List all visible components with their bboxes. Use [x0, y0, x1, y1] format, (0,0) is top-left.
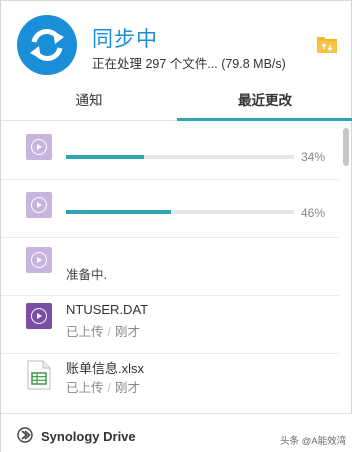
recent-changes-list: 34% 46% 准备中. NTUSER.DAT 已上传 / 刚才 账单信息.xl…	[1, 122, 339, 412]
sync-status-title: 同步中	[92, 27, 158, 51]
brand-name: Synology Drive	[41, 429, 136, 444]
upload-status: 已上传	[66, 325, 104, 339]
tab-recent-changes[interactable]: 最近更改	[177, 85, 352, 121]
list-scrollbar[interactable]	[342, 122, 350, 412]
item-status: 准备中.	[66, 268, 107, 282]
upload-time: 刚才	[115, 325, 141, 339]
sync-status-detail: 正在处理 297 个文件... (79.8 MB/s)	[92, 57, 286, 71]
upload-progress-fill	[66, 210, 171, 214]
list-item[interactable]: 账单信息.xlsx 已上传 / 刚才	[1, 354, 339, 412]
video-file-icon	[26, 134, 52, 160]
sync-status-header: 同步中 正在处理 297 个文件... (79.8 MB/s)	[1, 1, 352, 85]
xlsx-file-icon	[27, 360, 51, 390]
tab-bar: 通知 最近更改	[1, 85, 352, 121]
upload-time: 刚才	[115, 381, 141, 395]
footer: Synology Drive 头条 @A能效湾	[1, 413, 352, 452]
upload-progress-fill	[66, 155, 144, 159]
video-file-icon	[26, 192, 52, 218]
item-status: 已上传 / 刚才	[66, 377, 140, 396]
progress-percent: 34%	[301, 150, 326, 164]
watermark-text: 头条 @A能效湾	[280, 436, 347, 447]
item-status: 已上传 / 刚才	[66, 321, 140, 340]
upload-progress-bar	[66, 210, 294, 214]
video-file-icon	[26, 247, 52, 273]
upload-status: 已上传	[66, 381, 104, 395]
separator: /	[107, 325, 111, 339]
scrollbar-thumb[interactable]	[343, 128, 349, 166]
tab-notifications[interactable]: 通知	[1, 85, 177, 121]
separator: /	[107, 381, 111, 395]
video-file-icon	[26, 303, 52, 329]
folder-sync-icon[interactable]	[316, 34, 338, 54]
file-name: 账单信息.xlsx	[66, 361, 145, 376]
list-item[interactable]: 46%	[1, 180, 339, 238]
upload-progress-bar	[66, 155, 294, 159]
progress-percent: 46%	[301, 206, 326, 220]
list-item[interactable]: NTUSER.DAT 已上传 / 刚才	[1, 296, 339, 354]
file-name: NTUSER.DAT	[66, 302, 149, 317]
list-item[interactable]: 34%	[1, 122, 339, 180]
synology-drive-logo	[17, 427, 33, 443]
sync-panel: 同步中 正在处理 297 个文件... (79.8 MB/s) 通知 最近更改 …	[0, 0, 352, 452]
sync-arrows-icon	[17, 15, 77, 75]
list-item[interactable]: 准备中.	[1, 238, 339, 296]
